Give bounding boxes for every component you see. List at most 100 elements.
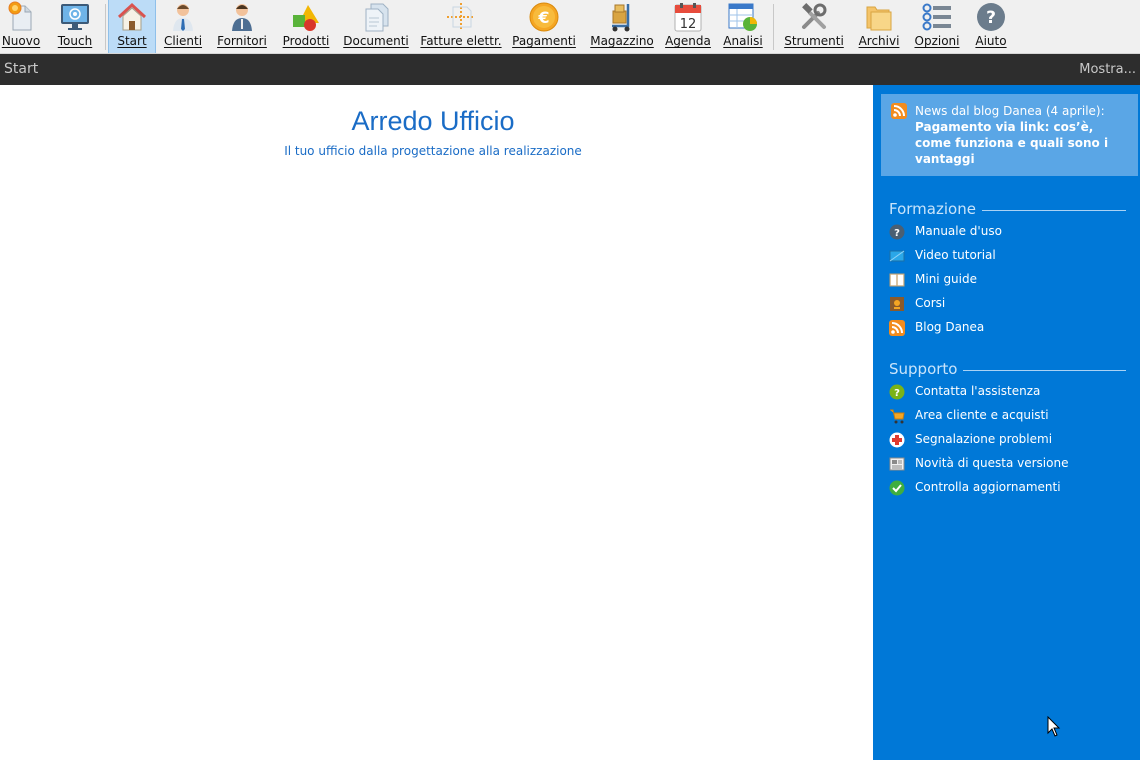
toolbar-options-button[interactable]: Opzioni: [910, 0, 964, 53]
link-label: Mini guide: [915, 272, 977, 286]
blog-news-box[interactable]: News dal blog Danea (4 aprile): Pagament…: [881, 94, 1138, 176]
rss-icon: [891, 103, 907, 119]
page-title: Start: [4, 61, 39, 77]
svg-text:?: ?: [986, 8, 996, 28]
mouse-cursor-icon: [1047, 716, 1061, 737]
link-version-news[interactable]: Novità di questa versione: [889, 453, 1126, 477]
toolbar-new-label: Nuovo: [1, 34, 41, 48]
toolbar-options-label: Opzioni: [914, 34, 960, 48]
help-question-icon: ?: [977, 3, 1005, 31]
toolbar-payments-label: Pagamenti: [512, 34, 576, 48]
link-label: Blog Danea: [915, 320, 985, 334]
toolbar-warehouse-button[interactable]: Magazzino: [588, 0, 656, 53]
toolbar-agenda-label: Agenda: [665, 34, 711, 48]
support-section: Supporto ? Contatta l'assistenza Area cl…: [889, 359, 1126, 501]
calendar-day: 12: [680, 17, 697, 32]
home-icon: [117, 2, 147, 31]
toolbar-payments-button[interactable]: € Pagamenti: [510, 0, 578, 53]
rss-icon: [889, 320, 905, 336]
warehouse-trolley-icon: [612, 4, 630, 32]
toolbar-clients-button[interactable]: Clienti: [160, 0, 206, 53]
calendar-icon: 12: [674, 3, 702, 32]
breadcrumb: Start Mostra...: [0, 54, 1140, 85]
products-shapes-icon: [293, 5, 319, 31]
toolbar-documents-button[interactable]: Documenti: [342, 0, 410, 53]
link-blog[interactable]: Blog Danea: [889, 317, 1126, 341]
link-check-updates[interactable]: Controlla aggiornamenti: [889, 477, 1126, 501]
news-sheet-icon: [889, 457, 905, 471]
toolbar-touch-label: Touch: [57, 34, 93, 48]
news-text: News dal blog Danea (4 aprile): Pagament…: [915, 103, 1133, 167]
link-label: Manuale d'uso: [915, 224, 1002, 238]
link-label: Segnalazione problemi: [915, 432, 1053, 446]
toolbar-suppliers-button[interactable]: Fornitori: [212, 0, 272, 53]
toolbar-archives-button[interactable]: Archivi: [854, 0, 904, 53]
toolbar-separator: [773, 4, 774, 50]
toolbar-einvoice-label: Fatture elettr.: [420, 34, 502, 48]
svg-text:?: ?: [894, 228, 900, 239]
folders-icon: [866, 6, 892, 31]
danea-main-window: Nuovo Touch Start Clienti Fornitori Prod…: [0, 0, 1140, 760]
toolbar-products-label: Prodotti: [282, 34, 330, 48]
red-cross-icon: [889, 432, 905, 448]
link-mini-guides[interactable]: Mini guide: [889, 269, 1126, 293]
news-title: Pagamento via link: cos’è, come funziona…: [915, 120, 1109, 166]
toolbar-suppliers-label: Fornitori: [217, 34, 267, 48]
show-menu-link[interactable]: Mostra...: [1079, 62, 1136, 77]
toolbar-clients-label: Clienti: [163, 34, 203, 48]
main-toolbar: Nuovo Touch Start Clienti Fornitori Prod…: [0, 0, 1140, 54]
toolbar-einvoice-button[interactable]: Fatture elettr.: [418, 0, 504, 53]
link-contact-support[interactable]: ? Contatta l'assistenza: [889, 381, 1126, 405]
link-manual[interactable]: ? Manuale d'uso: [889, 221, 1126, 245]
svg-text:€: €: [537, 8, 549, 27]
section-header: Formazione: [889, 199, 1126, 221]
toolbar-new-button[interactable]: Nuovo: [0, 0, 42, 53]
section-header: Supporto: [889, 359, 1126, 381]
toolbar-agenda-button[interactable]: 12 Agenda: [662, 0, 714, 53]
link-label: Video tutorial: [915, 248, 996, 262]
link-label: Novità di questa versione: [915, 456, 1069, 470]
link-label: Controlla aggiornamenti: [915, 480, 1061, 494]
link-customer-area[interactable]: Area cliente e acquisti: [889, 405, 1126, 429]
side-panel: News dal blog Danea (4 aprile): Pagament…: [873, 85, 1140, 760]
touch-monitor-icon: [61, 4, 89, 30]
link-video-tutorial[interactable]: Video tutorial: [889, 245, 1126, 269]
section-title: Supporto: [889, 360, 964, 378]
euro-coin-icon: €: [529, 2, 559, 32]
tools-icon: [802, 3, 827, 29]
toolbar-analysis-button[interactable]: Analisi: [718, 0, 768, 53]
client-person-icon: [173, 4, 193, 31]
toolbar-touch-button[interactable]: Touch: [50, 0, 100, 53]
electronic-invoice-icon: [447, 3, 475, 31]
toolbar-analysis-label: Analisi: [723, 34, 763, 48]
shopping-cart-icon: [890, 409, 905, 424]
section-title: Formazione: [889, 200, 982, 218]
toolbar-tools-label: Strumenti: [784, 34, 844, 48]
toolbar-products-button[interactable]: Prodotti: [278, 0, 334, 53]
link-label: Area cliente e acquisti: [915, 408, 1049, 422]
options-list-icon: [922, 3, 951, 31]
documents-icon: [365, 3, 389, 32]
toolbar-help-button[interactable]: ? Aiuto: [970, 0, 1012, 53]
company-name: Arredo Ufficio: [351, 106, 515, 136]
training-section: Formazione ? Manuale d'uso Video tutoria…: [889, 199, 1126, 341]
toolbar-archives-label: Archivi: [858, 34, 900, 48]
toolbar-start-button[interactable]: Start: [108, 0, 156, 53]
help-circle-icon: ?: [889, 224, 905, 240]
link-report-problems[interactable]: Segnalazione problemi: [889, 429, 1126, 453]
new-document-icon: [8, 1, 32, 31]
toolbar-warehouse-label: Magazzino: [590, 34, 654, 48]
green-check-icon: [889, 480, 905, 496]
analysis-chart-icon: [728, 3, 757, 31]
start-page-content: Arredo Ufficio Il tuo ufficio dalla prog…: [0, 85, 873, 760]
video-screen-icon: [889, 250, 905, 262]
company-tagline: Il tuo ufficio dalla progettazione alla …: [284, 144, 582, 158]
link-label: Corsi: [915, 296, 946, 310]
support-question-icon: ?: [889, 384, 905, 400]
news-heading: News dal blog Danea (4 aprile):: [915, 104, 1105, 118]
toolbar-separator: [105, 4, 106, 50]
link-courses[interactable]: Corsi: [889, 293, 1126, 317]
link-label: Contatta l'assistenza: [915, 384, 1041, 398]
toolbar-documents-label: Documenti: [343, 34, 409, 48]
toolbar-tools-button[interactable]: Strumenti: [782, 0, 846, 53]
